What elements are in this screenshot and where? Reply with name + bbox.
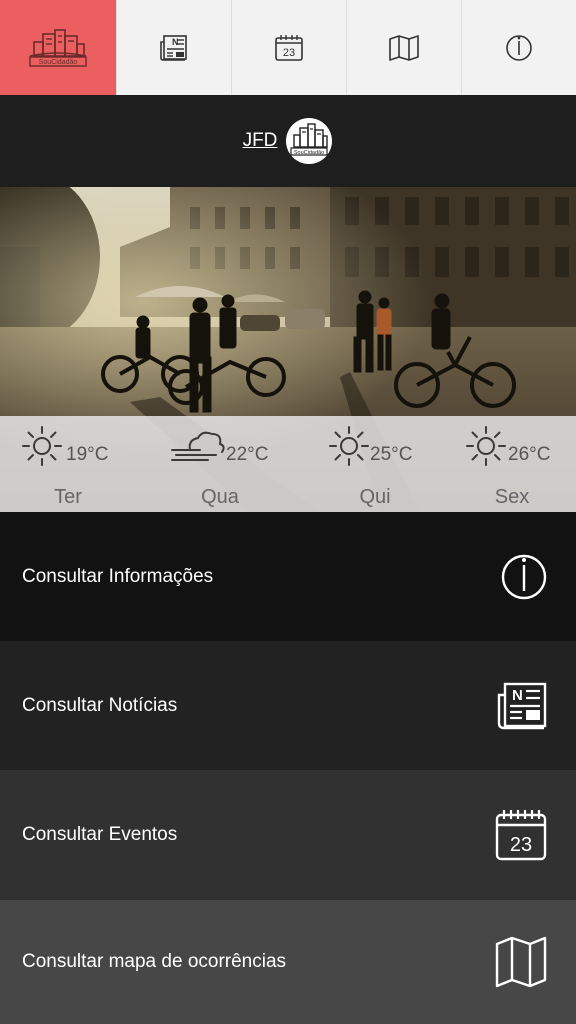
calendar-day: 23 [510, 834, 532, 856]
forecast-temp: 25°C [370, 444, 413, 465]
city-name-link[interactable]: JFD [243, 130, 278, 152]
menu-item-label: Consultar Notícias [22, 694, 178, 716]
info-icon [506, 34, 532, 61]
calendar-day: 23 [283, 47, 295, 59]
svg-text:N: N [172, 37, 179, 47]
info-icon [501, 554, 547, 599]
forecast-day: 19°C Ter [10, 416, 130, 512]
sun-icon [466, 426, 506, 466]
tab-news[interactable]: N [116, 0, 231, 95]
forecast-temp: 22°C [226, 444, 269, 465]
newspaper-icon: N [160, 34, 187, 61]
wind-cloud-icon [171, 431, 225, 461]
tab-events[interactable]: 23 [231, 0, 346, 95]
tab-info[interactable] [461, 0, 576, 95]
map-icon [389, 34, 419, 61]
forecast-day-name: Qui [359, 486, 391, 508]
newspaper-icon: N [497, 682, 547, 729]
calendar-icon: 23 [275, 34, 303, 61]
calendar-icon: 23 [495, 810, 547, 861]
city-logo-icon: SouCidadão [286, 118, 333, 164]
menu-item-news[interactable]: Consultar Notícias N [0, 641, 576, 770]
menu-item-label: Consultar mapa de ocorrências [22, 951, 287, 972]
city-logo-icon: SouCidadão [29, 28, 87, 67]
svg-text:N: N [512, 687, 523, 704]
menu-item-label: Consultar Informações [22, 565, 214, 587]
forecast-day-name: Qua [201, 486, 239, 508]
tab-map[interactable] [346, 0, 461, 95]
sun-icon [22, 426, 62, 466]
menu-item-events[interactable]: Consultar Eventos 23 [0, 770, 576, 900]
logo-text: SouCidadão [294, 150, 324, 156]
logo-text: SouCidadão [39, 59, 78, 66]
tab-home[interactable]: SouCidadão [0, 0, 116, 95]
forecast-day: 22°C Qua [160, 416, 280, 512]
forecast-day-name: Ter [54, 486, 82, 508]
forecast-day: 26°C Sex [452, 416, 572, 512]
menu-item-info[interactable]: Consultar Informações [0, 512, 576, 641]
map-icon [495, 936, 547, 988]
weather-forecast: 19°C Ter 22°C Qua 25°C Qui 26°C Sex [0, 416, 576, 512]
menu-item-label: Consultar Eventos [22, 824, 178, 845]
brand-bar: JFD SouCidadão [0, 95, 576, 187]
forecast-temp: 26°C [508, 444, 551, 465]
forecast-temp: 19°C [66, 444, 109, 465]
forecast-day-name: Sex [494, 486, 530, 508]
menu-item-map[interactable]: Consultar mapa de ocorrências [0, 900, 576, 1024]
top-navigation: SouCidadão N 23 [0, 0, 576, 95]
sun-icon [329, 426, 369, 466]
forecast-day: 25°C Qui [315, 416, 435, 512]
